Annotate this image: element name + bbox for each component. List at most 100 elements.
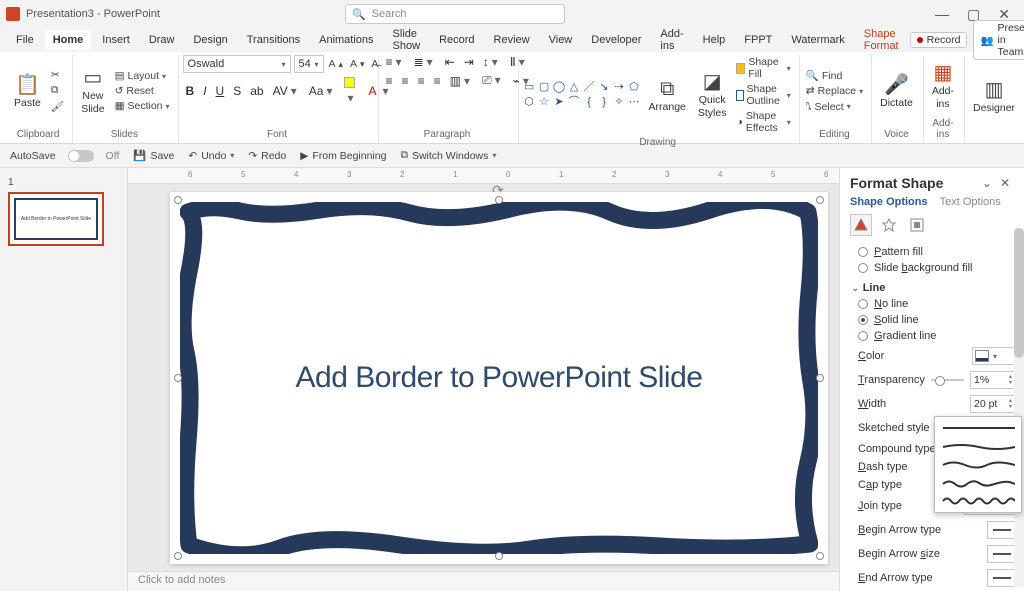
justify-button[interactable]: ≡ <box>431 74 444 88</box>
align-text-button[interactable]: ⎚▾ <box>479 73 507 88</box>
handle-sw[interactable] <box>174 552 182 560</box>
notes-bar[interactable]: Click to add notes <box>128 571 839 591</box>
handle-s[interactable] <box>495 552 503 560</box>
present-in-teams-button[interactable]: 👥Present in Teams <box>973 20 1024 60</box>
color-picker[interactable]: ▾ <box>972 347 1016 365</box>
shapes-gallery[interactable]: ▭▢◯△／↘⇢⬠ ⬡☆➤⌒{}✧⋯ <box>523 81 641 109</box>
tab-transitions[interactable]: Transitions <box>239 30 308 50</box>
tab-animations[interactable]: Animations <box>311 30 381 50</box>
slide-thumbnail-1[interactable]: Add Border to PowerPoint Slide <box>8 192 104 246</box>
save-button[interactable]: 💾Save <box>131 148 176 163</box>
line-solid-radio[interactable]: Solid line <box>852 312 1016 328</box>
tab-help[interactable]: Help <box>695 30 734 50</box>
tab-addins[interactable]: Add-ins <box>652 24 691 56</box>
quick-styles-button[interactable]: ◪Quick Styles <box>694 68 731 121</box>
highlight-button[interactable]: ▾ <box>341 77 359 105</box>
sketched-option-curve1[interactable] <box>941 441 1015 452</box>
pane-scrollbar[interactable] <box>1014 228 1024 587</box>
tab-view[interactable]: View <box>541 30 581 50</box>
fill-slidebg-radio[interactable]: Slide background fill <box>852 260 1016 276</box>
handle-n[interactable] <box>495 196 503 204</box>
handle-w[interactable] <box>174 374 182 382</box>
replace-button[interactable]: ⇄Replace▾ <box>804 84 865 98</box>
width-input[interactable]: 20 pt▴▾ <box>970 395 1016 413</box>
sketched-option-curve2[interactable] <box>941 459 1015 470</box>
tab-design[interactable]: Design <box>185 30 235 50</box>
pane-tab-text-options[interactable]: Text Options <box>940 196 1001 208</box>
addins-button[interactable]: ▦Add-ins <box>928 59 958 112</box>
tab-home[interactable]: Home <box>45 30 92 50</box>
pane-options-button[interactable]: ⌄ <box>978 176 996 190</box>
align-left-button[interactable]: ≡ <box>383 74 396 88</box>
bullets-button[interactable]: ≡▾ <box>383 55 408 69</box>
begin-arrow-type-dropdown[interactable] <box>987 521 1016 539</box>
transparency-input[interactable]: 1%▴▾ <box>970 371 1016 389</box>
section-button[interactable]: ▦Section▾ <box>113 99 172 113</box>
tab-file[interactable]: File <box>8 30 42 50</box>
changecase-button[interactable]: Aa▾ <box>306 84 339 98</box>
indent-button[interactable]: ⇥ <box>461 55 477 69</box>
tab-shape-format[interactable]: Shape Format <box>856 24 907 56</box>
handle-ne[interactable] <box>816 196 824 204</box>
line-gradient-radio[interactable]: Gradient line <box>852 328 1016 344</box>
font-name-select[interactable]: Oswald▾ <box>183 55 291 73</box>
reset-button[interactable]: ↺Reset <box>113 84 172 98</box>
pane-tab-shape-options[interactable]: Shape Options <box>850 196 928 208</box>
paste-button[interactable]: 📋Paste <box>10 71 45 112</box>
shape-fill-button[interactable]: Shape Fill▾ <box>734 55 792 81</box>
italic-button[interactable]: I <box>200 84 209 98</box>
sketched-option-scribble[interactable] <box>941 495 1015 506</box>
pane-close-button[interactable]: ✕ <box>996 176 1014 190</box>
arrange-button[interactable]: ⧉Arrange <box>645 75 690 116</box>
shape-outline-button[interactable]: Shape Outline▾ <box>734 82 792 108</box>
find-button[interactable]: 🔍Find <box>804 68 865 83</box>
tab-draw[interactable]: Draw <box>141 30 183 50</box>
copy-button[interactable]: ⧉ <box>49 83 66 98</box>
format-painter-button[interactable]: 🖌 <box>49 99 66 114</box>
shape-effects-button[interactable]: ◑Shape Effects▾ <box>734 109 792 135</box>
line-section-header[interactable]: ⌄Line <box>852 276 1016 296</box>
record-button[interactable]: Record <box>910 32 968 48</box>
search-box[interactable]: 🔍 Search <box>345 4 565 24</box>
increase-font-button[interactable]: A▴ <box>327 57 345 71</box>
select-button[interactable]: ⭛Select▾ <box>804 99 865 114</box>
from-beginning-button[interactable]: ▶From Beginning <box>298 149 388 163</box>
linespace-button[interactable]: ↕▾ <box>480 55 504 69</box>
align-right-button[interactable]: ≡ <box>415 74 428 88</box>
line-none-radio[interactable]: No line <box>852 296 1016 312</box>
pane-icon-fill-line[interactable] <box>850 214 872 236</box>
decrease-font-button[interactable]: A▾ <box>348 57 366 71</box>
numbering-button[interactable]: ≣▾ <box>411 55 439 69</box>
pane-icon-effects[interactable] <box>878 214 900 236</box>
strike-button[interactable]: S <box>230 84 244 98</box>
designer-button[interactable]: ▥Designer <box>969 76 1019 117</box>
redo-button[interactable]: ↷Redo <box>246 149 288 163</box>
underline-button[interactable]: U <box>213 84 228 98</box>
tab-watermark[interactable]: Watermark <box>783 30 852 50</box>
begin-arrow-size-dropdown[interactable] <box>987 545 1016 563</box>
pane-icon-size[interactable] <box>906 214 928 236</box>
cut-button[interactable]: ✂ <box>49 68 66 82</box>
new-slide-button[interactable]: ▭New Slide <box>77 64 108 117</box>
slide-border-shape[interactable]: Add Border to PowerPoint Slide <box>180 202 818 554</box>
fill-pattern-radio[interactable]: Pattern fill <box>852 244 1016 260</box>
switch-windows-button[interactable]: ⧉Switch Windows▾ <box>398 148 498 163</box>
tab-developer[interactable]: Developer <box>583 30 649 50</box>
tab-insert[interactable]: Insert <box>94 30 138 50</box>
slide-stage[interactable]: ⟳ Add Border to PowerPoint Slide <box>128 184 839 571</box>
outdent-button[interactable]: ⇤ <box>442 55 458 69</box>
transparency-slider[interactable] <box>931 379 964 381</box>
undo-button[interactable]: ↶Undo▾ <box>186 149 236 163</box>
tab-record[interactable]: Record <box>431 30 482 50</box>
sketched-option-freehand[interactable] <box>941 477 1015 488</box>
handle-e[interactable] <box>816 374 824 382</box>
tab-review[interactable]: Review <box>486 30 538 50</box>
slide-canvas[interactable]: Add Border to PowerPoint Slide <box>170 192 828 564</box>
bold-button[interactable]: B <box>183 84 198 98</box>
columns-button[interactable]: ▥▾ <box>447 74 476 88</box>
align-center-button[interactable]: ≡ <box>399 74 412 88</box>
handle-se[interactable] <box>816 552 824 560</box>
layout-button[interactable]: ▤Layout▾ <box>113 69 172 83</box>
spacing-button[interactable]: AV▾ <box>270 84 303 98</box>
end-arrow-type-dropdown[interactable] <box>987 569 1016 587</box>
